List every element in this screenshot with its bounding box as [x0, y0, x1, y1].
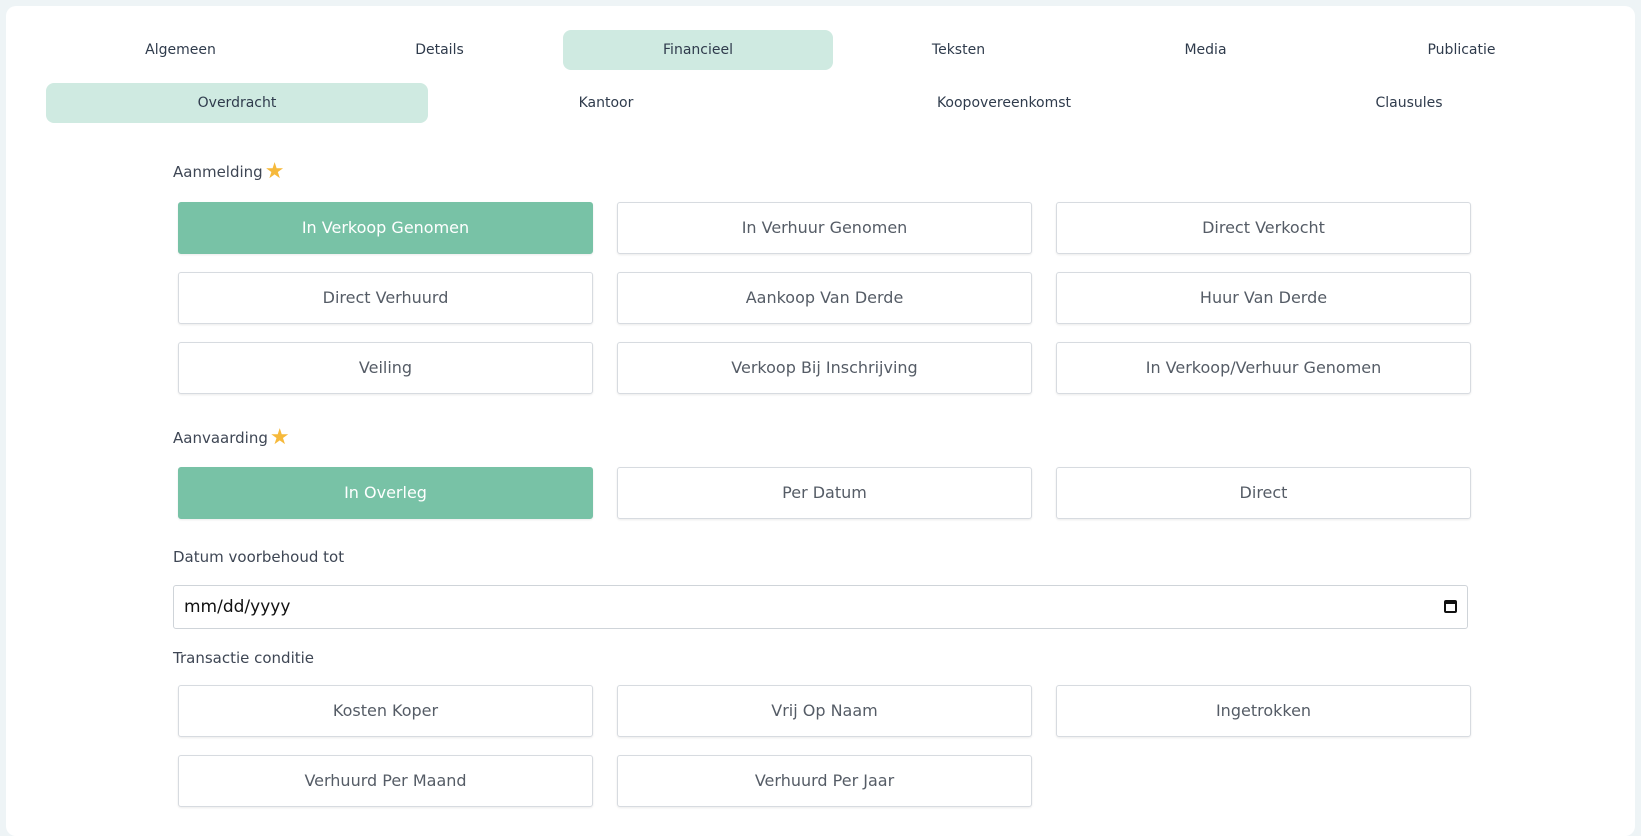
- option-per-datum[interactable]: Per Datum: [617, 467, 1032, 519]
- option-vrij-op-naam[interactable]: Vrij Op Naam: [617, 685, 1032, 737]
- option-ingetrokken[interactable]: Ingetrokken: [1056, 685, 1471, 737]
- aanmelding-label: Aanmelding ★: [173, 161, 284, 183]
- option-in-verkoop-genomen[interactable]: In Verkoop Genomen: [178, 202, 593, 254]
- option-verhuurd-per-maand[interactable]: Verhuurd Per Maand: [178, 755, 593, 807]
- date-placeholder: mm/dd/yyyy: [184, 597, 291, 617]
- option-huur-van-derde[interactable]: Huur Van Derde: [1056, 272, 1471, 324]
- tab-teksten[interactable]: Teksten: [826, 30, 1091, 70]
- option-direct[interactable]: Direct: [1056, 467, 1471, 519]
- option-verhuurd-per-jaar[interactable]: Verhuurd Per Jaar: [617, 755, 1032, 807]
- datum-voorbehoud-input[interactable]: mm/dd/yyyy: [173, 585, 1468, 629]
- option-aankoop-van-derde[interactable]: Aankoop Van Derde: [617, 272, 1032, 324]
- tab-clausules[interactable]: Clausules: [1218, 83, 1600, 123]
- tab-koopovereenkomst[interactable]: Koopovereenkomst: [813, 83, 1195, 123]
- option-direct-verkocht[interactable]: Direct Verkocht: [1056, 202, 1471, 254]
- aanvaarding-label: Aanvaarding ★: [173, 427, 290, 449]
- tab-overdracht[interactable]: Overdracht: [46, 83, 428, 123]
- tab-financieel[interactable]: Financieel: [563, 30, 833, 70]
- tab-publicatie[interactable]: Publicatie: [1329, 30, 1594, 70]
- option-in-verkoop-verhuur-genomen[interactable]: In Verkoop/Verhuur Genomen: [1056, 342, 1471, 394]
- tab-kantoor[interactable]: Kantoor: [415, 83, 797, 123]
- aanmelding-label-text: Aanmelding: [173, 163, 263, 181]
- tab-algemeen[interactable]: Algemeen: [48, 30, 313, 70]
- datum-label-text: Datum voorbehoud tot: [173, 548, 345, 566]
- transactie-label-text: Transactie conditie: [173, 649, 315, 667]
- option-in-verhuur-genomen[interactable]: In Verhuur Genomen: [617, 202, 1032, 254]
- option-direct-verhuurd[interactable]: Direct Verhuurd: [178, 272, 593, 324]
- tab-media[interactable]: Media: [1073, 30, 1338, 70]
- tab-details[interactable]: Details: [307, 30, 572, 70]
- calendar-icon[interactable]: [1444, 600, 1457, 613]
- option-verkoop-bij-inschrijving[interactable]: Verkoop Bij Inschrijving: [617, 342, 1032, 394]
- option-kosten-koper[interactable]: Kosten Koper: [178, 685, 593, 737]
- transactie-label: Transactie conditie: [173, 649, 314, 667]
- option-in-overleg[interactable]: In Overleg: [178, 467, 593, 519]
- option-veiling[interactable]: Veiling: [178, 342, 593, 394]
- datum-label: Datum voorbehoud tot: [173, 548, 344, 566]
- required-star-icon: ★: [264, 159, 285, 184]
- required-star-icon: ★: [269, 425, 290, 450]
- aanvaarding-label-text: Aanvaarding: [173, 429, 268, 447]
